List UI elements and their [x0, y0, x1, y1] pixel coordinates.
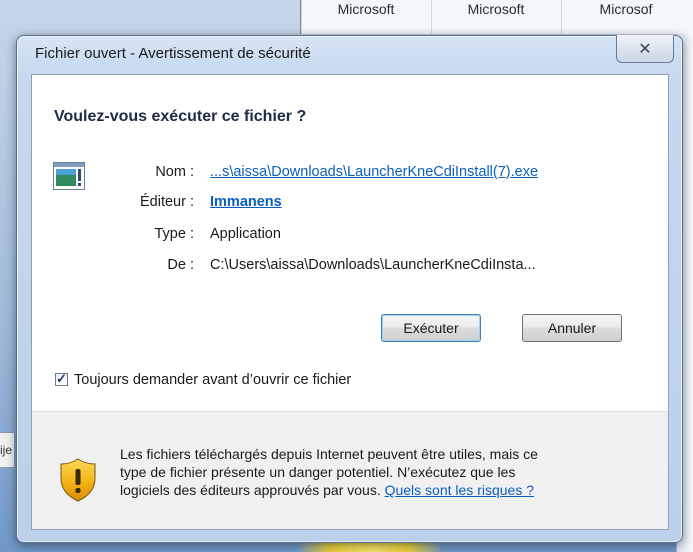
- from-row: De : C:\Users\aissa\Downloads\LauncherKn…: [32, 257, 668, 277]
- type-value: Application: [210, 226, 281, 242]
- background-left-tab: ije: [0, 432, 15, 468]
- from-label: De :: [167, 257, 194, 273]
- background-column-3: Microsof: [561, 0, 690, 36]
- name-label: Nom :: [155, 164, 194, 180]
- warning-line-3: logiciels des éditeurs approuvés par vou…: [120, 481, 640, 499]
- warning-panel: Les fichiers téléchargés depuis Internet…: [32, 412, 668, 529]
- dialog-client-area: Voulez-vous exécuter ce fichier ? Nom : …: [31, 74, 669, 530]
- file-info-panel: Voulez-vous exécuter ce fichier ? Nom : …: [32, 75, 668, 412]
- warning-line-3-text: logiciels des éditeurs approuvés par vou…: [120, 482, 385, 498]
- file-name-link[interactable]: ...s\aissa\Downloads\LauncherKneCdiInsta…: [210, 164, 538, 180]
- always-ask-label[interactable]: Toujours demander avant d’ouvrir ce fich…: [74, 372, 351, 388]
- warning-line-2: type de fichier présente un danger poten…: [120, 464, 516, 480]
- warning-message: Les fichiers téléchargés depuis Internet…: [120, 445, 640, 499]
- name-row: Nom : ...s\aissa\Downloads\LauncherKneCd…: [32, 164, 668, 184]
- from-value: C:\Users\aissa\Downloads\LauncherKneCdiI…: [210, 257, 536, 273]
- background-column-1: Microsoft: [301, 0, 430, 36]
- publisher-link[interactable]: Immanens: [210, 194, 282, 210]
- dialog-heading: Voulez-vous exécuter ce fichier ?: [54, 108, 307, 125]
- warning-line-1: Les fichiers téléchargés depuis Internet…: [120, 446, 538, 462]
- type-row: Type : Application: [32, 226, 668, 246]
- cancel-button[interactable]: Annuler: [522, 314, 622, 342]
- always-ask-checkbox[interactable]: [55, 371, 68, 387]
- type-label: Type :: [154, 226, 195, 242]
- background-spreadsheet-header: Microsoft Microsoft Microsof: [300, 0, 693, 36]
- run-button[interactable]: Exécuter: [381, 314, 481, 342]
- security-warning-dialog: Fichier ouvert - Avertissement de sécuri…: [16, 35, 683, 543]
- risks-link[interactable]: Quels sont les risques ?: [385, 482, 534, 498]
- dialog-title: Fichier ouvert - Avertissement de sécuri…: [35, 45, 311, 62]
- security-shield-icon: [60, 458, 96, 502]
- background-column-2: Microsoft: [431, 0, 560, 36]
- publisher-row: Éditeur : Immanens: [32, 194, 668, 214]
- close-button[interactable]: ✕: [616, 35, 674, 63]
- publisher-label: Éditeur :: [140, 194, 194, 210]
- close-icon: ✕: [638, 39, 652, 58]
